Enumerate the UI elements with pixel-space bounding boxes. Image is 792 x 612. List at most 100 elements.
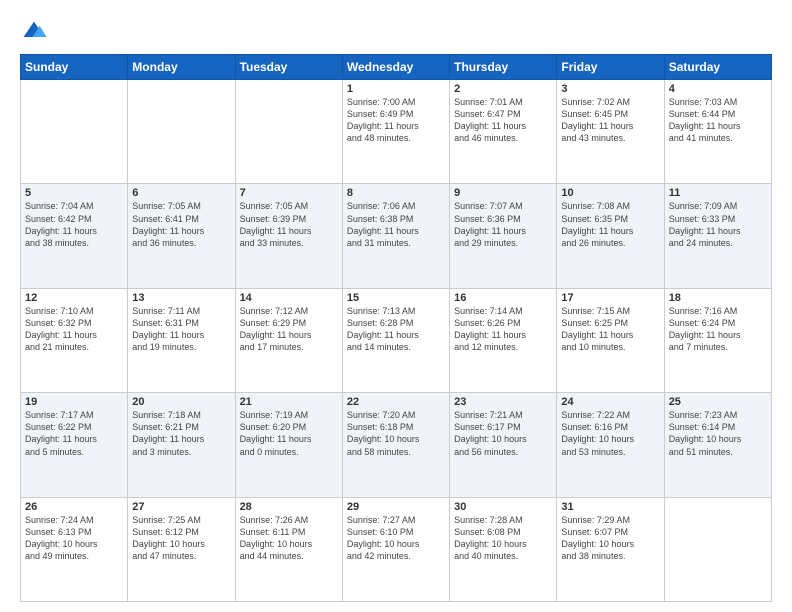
day-info: Sunrise: 7:18 AM Sunset: 6:21 PM Dayligh…: [132, 409, 230, 458]
day-number: 3: [561, 83, 659, 95]
day-info: Sunrise: 7:12 AM Sunset: 6:29 PM Dayligh…: [240, 305, 338, 354]
day-info: Sunrise: 7:06 AM Sunset: 6:38 PM Dayligh…: [347, 200, 445, 249]
day-info: Sunrise: 7:24 AM Sunset: 6:13 PM Dayligh…: [25, 514, 123, 563]
day-info: Sunrise: 7:07 AM Sunset: 6:36 PM Dayligh…: [454, 200, 552, 249]
weekday-header-monday: Monday: [128, 55, 235, 80]
day-info: Sunrise: 7:16 AM Sunset: 6:24 PM Dayligh…: [669, 305, 767, 354]
weekday-header-sunday: Sunday: [21, 55, 128, 80]
logo-icon: [20, 16, 48, 44]
day-cell-26: 26Sunrise: 7:24 AM Sunset: 6:13 PM Dayli…: [21, 497, 128, 601]
day-number: 1: [347, 83, 445, 95]
day-number: 21: [240, 396, 338, 408]
day-info: Sunrise: 7:14 AM Sunset: 6:26 PM Dayligh…: [454, 305, 552, 354]
day-number: 16: [454, 292, 552, 304]
day-number: 30: [454, 501, 552, 513]
day-cell-3: 3Sunrise: 7:02 AM Sunset: 6:45 PM Daylig…: [557, 80, 664, 184]
day-cell-17: 17Sunrise: 7:15 AM Sunset: 6:25 PM Dayli…: [557, 288, 664, 392]
day-info: Sunrise: 7:28 AM Sunset: 6:08 PM Dayligh…: [454, 514, 552, 563]
day-info: Sunrise: 7:08 AM Sunset: 6:35 PM Dayligh…: [561, 200, 659, 249]
day-info: Sunrise: 7:00 AM Sunset: 6:49 PM Dayligh…: [347, 96, 445, 145]
empty-cell: [235, 80, 342, 184]
empty-cell: [128, 80, 235, 184]
day-number: 18: [669, 292, 767, 304]
day-number: 24: [561, 396, 659, 408]
header: [20, 16, 772, 44]
day-info: Sunrise: 7:11 AM Sunset: 6:31 PM Dayligh…: [132, 305, 230, 354]
day-number: 5: [25, 187, 123, 199]
day-number: 6: [132, 187, 230, 199]
weekday-header-thursday: Thursday: [450, 55, 557, 80]
day-number: 11: [669, 187, 767, 199]
day-cell-19: 19Sunrise: 7:17 AM Sunset: 6:22 PM Dayli…: [21, 393, 128, 497]
day-info: Sunrise: 7:19 AM Sunset: 6:20 PM Dayligh…: [240, 409, 338, 458]
day-info: Sunrise: 7:13 AM Sunset: 6:28 PM Dayligh…: [347, 305, 445, 354]
day-number: 26: [25, 501, 123, 513]
day-cell-11: 11Sunrise: 7:09 AM Sunset: 6:33 PM Dayli…: [664, 184, 771, 288]
day-cell-22: 22Sunrise: 7:20 AM Sunset: 6:18 PM Dayli…: [342, 393, 449, 497]
day-info: Sunrise: 7:10 AM Sunset: 6:32 PM Dayligh…: [25, 305, 123, 354]
day-cell-6: 6Sunrise: 7:05 AM Sunset: 6:41 PM Daylig…: [128, 184, 235, 288]
week-row-3: 12Sunrise: 7:10 AM Sunset: 6:32 PM Dayli…: [21, 288, 772, 392]
day-cell-23: 23Sunrise: 7:21 AM Sunset: 6:17 PM Dayli…: [450, 393, 557, 497]
day-number: 27: [132, 501, 230, 513]
day-number: 10: [561, 187, 659, 199]
day-number: 20: [132, 396, 230, 408]
week-row-4: 19Sunrise: 7:17 AM Sunset: 6:22 PM Dayli…: [21, 393, 772, 497]
weekday-header-wednesday: Wednesday: [342, 55, 449, 80]
day-cell-10: 10Sunrise: 7:08 AM Sunset: 6:35 PM Dayli…: [557, 184, 664, 288]
day-number: 19: [25, 396, 123, 408]
day-number: 14: [240, 292, 338, 304]
weekday-header-tuesday: Tuesday: [235, 55, 342, 80]
day-info: Sunrise: 7:27 AM Sunset: 6:10 PM Dayligh…: [347, 514, 445, 563]
day-info: Sunrise: 7:05 AM Sunset: 6:41 PM Dayligh…: [132, 200, 230, 249]
day-info: Sunrise: 7:25 AM Sunset: 6:12 PM Dayligh…: [132, 514, 230, 563]
day-number: 7: [240, 187, 338, 199]
day-number: 2: [454, 83, 552, 95]
day-number: 29: [347, 501, 445, 513]
week-row-5: 26Sunrise: 7:24 AM Sunset: 6:13 PM Dayli…: [21, 497, 772, 601]
day-info: Sunrise: 7:17 AM Sunset: 6:22 PM Dayligh…: [25, 409, 123, 458]
calendar-table: SundayMondayTuesdayWednesdayThursdayFrid…: [20, 54, 772, 602]
empty-cell: [21, 80, 128, 184]
day-cell-29: 29Sunrise: 7:27 AM Sunset: 6:10 PM Dayli…: [342, 497, 449, 601]
day-number: 9: [454, 187, 552, 199]
day-cell-24: 24Sunrise: 7:22 AM Sunset: 6:16 PM Dayli…: [557, 393, 664, 497]
day-number: 22: [347, 396, 445, 408]
day-cell-7: 7Sunrise: 7:05 AM Sunset: 6:39 PM Daylig…: [235, 184, 342, 288]
day-cell-4: 4Sunrise: 7:03 AM Sunset: 6:44 PM Daylig…: [664, 80, 771, 184]
day-info: Sunrise: 7:29 AM Sunset: 6:07 PM Dayligh…: [561, 514, 659, 563]
day-cell-2: 2Sunrise: 7:01 AM Sunset: 6:47 PM Daylig…: [450, 80, 557, 184]
day-cell-21: 21Sunrise: 7:19 AM Sunset: 6:20 PM Dayli…: [235, 393, 342, 497]
day-cell-27: 27Sunrise: 7:25 AM Sunset: 6:12 PM Dayli…: [128, 497, 235, 601]
day-number: 4: [669, 83, 767, 95]
day-info: Sunrise: 7:23 AM Sunset: 6:14 PM Dayligh…: [669, 409, 767, 458]
day-cell-30: 30Sunrise: 7:28 AM Sunset: 6:08 PM Dayli…: [450, 497, 557, 601]
day-info: Sunrise: 7:09 AM Sunset: 6:33 PM Dayligh…: [669, 200, 767, 249]
day-cell-18: 18Sunrise: 7:16 AM Sunset: 6:24 PM Dayli…: [664, 288, 771, 392]
day-number: 23: [454, 396, 552, 408]
day-number: 31: [561, 501, 659, 513]
day-number: 8: [347, 187, 445, 199]
day-cell-14: 14Sunrise: 7:12 AM Sunset: 6:29 PM Dayli…: [235, 288, 342, 392]
day-info: Sunrise: 7:03 AM Sunset: 6:44 PM Dayligh…: [669, 96, 767, 145]
weekday-header-friday: Friday: [557, 55, 664, 80]
day-cell-16: 16Sunrise: 7:14 AM Sunset: 6:26 PM Dayli…: [450, 288, 557, 392]
day-info: Sunrise: 7:21 AM Sunset: 6:17 PM Dayligh…: [454, 409, 552, 458]
day-cell-15: 15Sunrise: 7:13 AM Sunset: 6:28 PM Dayli…: [342, 288, 449, 392]
day-cell-8: 8Sunrise: 7:06 AM Sunset: 6:38 PM Daylig…: [342, 184, 449, 288]
day-number: 12: [25, 292, 123, 304]
day-cell-9: 9Sunrise: 7:07 AM Sunset: 6:36 PM Daylig…: [450, 184, 557, 288]
day-number: 28: [240, 501, 338, 513]
day-number: 25: [669, 396, 767, 408]
day-cell-20: 20Sunrise: 7:18 AM Sunset: 6:21 PM Dayli…: [128, 393, 235, 497]
weekday-header-saturday: Saturday: [664, 55, 771, 80]
day-info: Sunrise: 7:05 AM Sunset: 6:39 PM Dayligh…: [240, 200, 338, 249]
day-info: Sunrise: 7:04 AM Sunset: 6:42 PM Dayligh…: [25, 200, 123, 249]
day-info: Sunrise: 7:26 AM Sunset: 6:11 PM Dayligh…: [240, 514, 338, 563]
week-row-2: 5Sunrise: 7:04 AM Sunset: 6:42 PM Daylig…: [21, 184, 772, 288]
day-cell-28: 28Sunrise: 7:26 AM Sunset: 6:11 PM Dayli…: [235, 497, 342, 601]
weekday-header-row: SundayMondayTuesdayWednesdayThursdayFrid…: [21, 55, 772, 80]
day-info: Sunrise: 7:02 AM Sunset: 6:45 PM Dayligh…: [561, 96, 659, 145]
day-number: 13: [132, 292, 230, 304]
day-info: Sunrise: 7:15 AM Sunset: 6:25 PM Dayligh…: [561, 305, 659, 354]
